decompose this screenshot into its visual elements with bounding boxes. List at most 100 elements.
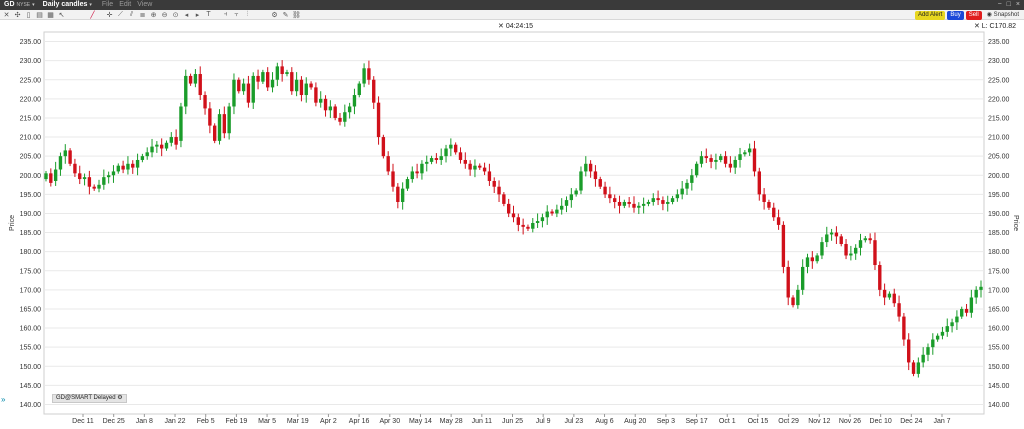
- x-tick-label: Oct 1: [719, 418, 736, 425]
- y-tick-label-left: 155.00: [20, 345, 42, 352]
- y-tick-label-right: 140.00: [988, 402, 1010, 409]
- candle-body: [588, 163, 593, 172]
- text-icon[interactable]: T: [204, 10, 213, 19]
- candle-body: [656, 198, 660, 201]
- candle-body: [391, 171, 395, 187]
- candle-body: [825, 234, 829, 243]
- candle-body: [184, 75, 188, 107]
- candle-body: [372, 79, 376, 103]
- candle-body: [641, 203, 646, 206]
- candle-body: [545, 211, 549, 218]
- grid-icon[interactable]: ▦: [46, 10, 55, 19]
- menu-file[interactable]: File: [102, 0, 113, 10]
- candle-body: [294, 79, 299, 92]
- bar-width-narrow-icon[interactable]: ⫞: [221, 10, 230, 19]
- close-window-button[interactable]: ×: [1016, 0, 1020, 10]
- candle-body: [743, 152, 747, 155]
- data-source-badge[interactable]: GD@SMART Delayed ⚙: [52, 394, 127, 403]
- settings-icon[interactable]: ⚙: [270, 10, 279, 19]
- y-tick-label-left: 190.00: [20, 211, 42, 218]
- period-dropdown-icon[interactable]: ▾: [89, 0, 92, 10]
- add-alert-button[interactable]: Add Alert: [915, 11, 946, 20]
- x-tick-label: May 14: [409, 418, 432, 425]
- exchange-label: NYSE: [16, 2, 31, 8]
- split-icon[interactable]: ⫶: [243, 10, 252, 19]
- x-tick-label: Jun 11: [472, 418, 493, 425]
- y-tick-label-right: 195.00: [988, 192, 1010, 199]
- candle-body: [333, 106, 337, 118]
- candle-body: [280, 66, 284, 75]
- crosshair-icon[interactable]: ✕: [2, 10, 11, 19]
- zoom-fit-icon[interactable]: ⊙: [171, 10, 180, 19]
- draw-fib-icon[interactable]: ≣: [138, 10, 147, 19]
- candle-body: [439, 156, 443, 160]
- candle-body: [203, 95, 207, 109]
- candle-body: [511, 213, 516, 218]
- symbol-label[interactable]: GD: [4, 0, 15, 10]
- chart-type-icon[interactable]: ▯: [24, 10, 33, 19]
- draw-line-icon[interactable]: ╱: [88, 10, 97, 19]
- candle-body: [719, 156, 723, 160]
- layout-icon[interactable]: ▤: [35, 10, 44, 19]
- candle-body: [58, 156, 63, 170]
- candle-body: [473, 165, 477, 170]
- menu-view[interactable]: View: [137, 0, 152, 10]
- candle-body: [502, 194, 506, 204]
- x-tick-label: Nov 26: [839, 418, 861, 425]
- draw-trendline-icon[interactable]: ⟋: [116, 10, 125, 19]
- zoom-out-icon[interactable]: ⊖: [160, 10, 169, 19]
- candle-body: [752, 148, 757, 172]
- candle-body: [150, 146, 154, 153]
- candle-body: [237, 79, 241, 92]
- price-chart[interactable]: 140.00 140.00 145.00 145.00 150.00 150.00 155.…: [0, 20, 1024, 429]
- expand-side-panel-icon[interactable]: »: [1, 395, 5, 404]
- candle-body: [887, 293, 892, 298]
- candle-body: [863, 238, 868, 241]
- y-tick-label-right: 145.00: [988, 383, 1010, 390]
- snapshot-label: Snapshot: [993, 12, 1019, 18]
- scroll-right-icon[interactable]: ▸: [193, 10, 202, 19]
- maximize-button[interactable]: □: [1007, 0, 1011, 10]
- candle-body: [969, 297, 974, 313]
- draw-channel-icon[interactable]: ⫽: [127, 10, 136, 19]
- chart-canvas[interactable]: 140.00 140.00 145.00 145.00 150.00 150.00 155.…: [0, 20, 1024, 429]
- x-tick-label: Apr 2: [320, 418, 337, 425]
- tools-icon[interactable]: ✎: [281, 10, 290, 19]
- candle-body: [834, 232, 839, 237]
- candle-body: [92, 186, 96, 189]
- cursor-icon[interactable]: ↖: [57, 10, 66, 19]
- candle-body: [256, 75, 260, 82]
- candle-body: [78, 173, 82, 180]
- candle-body: [772, 207, 776, 218]
- candle-body: [550, 211, 554, 214]
- x-tick-label: Dec 11: [72, 418, 94, 425]
- pan-icon[interactable]: ✣: [13, 10, 22, 19]
- bar-width-wide-icon[interactable]: ⫟: [232, 10, 241, 19]
- x-tick-label: Aug 6: [595, 418, 613, 425]
- candle-body: [897, 303, 901, 317]
- candle-body: [420, 163, 424, 174]
- period-selector[interactable]: Daily candles: [43, 0, 88, 10]
- sell-button[interactable]: Sell: [965, 11, 982, 20]
- y-tick-label-left: 175.00: [20, 268, 42, 275]
- candle-body: [97, 184, 101, 189]
- candle-body: [299, 79, 304, 96]
- x-tick-label: Apr 16: [349, 418, 370, 425]
- symbol-dropdown-icon[interactable]: ▾: [32, 0, 35, 10]
- candle-body: [116, 165, 120, 172]
- scroll-left-icon[interactable]: ◂: [182, 10, 191, 19]
- y-tick-label-left: 220.00: [20, 96, 42, 103]
- y-tick-label-right: 175.00: [988, 268, 1010, 275]
- snapshot-button[interactable]: ◉ Snapshot: [984, 11, 1022, 20]
- zoom-in-icon[interactable]: ⊕: [149, 10, 158, 19]
- x-tick-label: Jan 8: [136, 418, 153, 425]
- candle-body: [921, 354, 925, 363]
- candle-body: [627, 201, 631, 204]
- minimize-button[interactable]: −: [998, 0, 1002, 10]
- title-bar: GD NYSE ▾ Daily candles ▾ File Edit View…: [0, 0, 1024, 10]
- link-icon[interactable]: ⛓: [292, 10, 301, 19]
- candle-body: [911, 362, 916, 374]
- buy-button[interactable]: Buy: [947, 11, 964, 20]
- draw-cross-icon[interactable]: ✛: [105, 10, 114, 19]
- menu-edit[interactable]: Edit: [119, 0, 131, 10]
